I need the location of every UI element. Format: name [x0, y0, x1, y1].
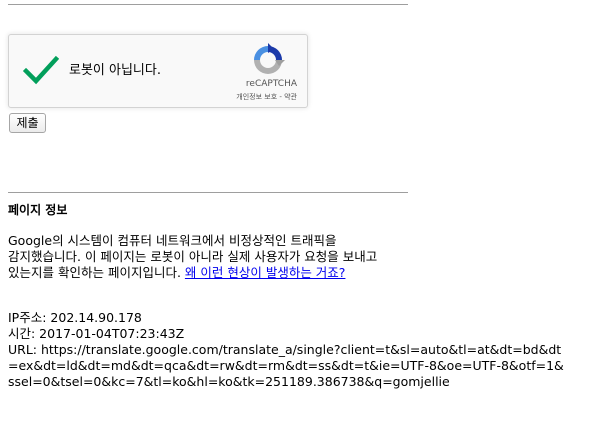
request-details: IP주소: 202.14.90.178 시간: 2017-01-04T07:23…: [8, 310, 568, 390]
recaptcha-brand: reCAPTCHA: [245, 79, 297, 89]
page-info-heading: 페이지 정보: [8, 203, 68, 217]
recaptcha-logo-icon: [251, 43, 285, 77]
why-link[interactable]: 왜 이런 현상이 발생하는 거죠?: [185, 265, 346, 280]
recaptcha-widget: 로봇이 아닙니다. reCAPTCHA 개인정보 보호 - 약관: [8, 34, 308, 108]
recaptcha-privacy-terms[interactable]: 개인정보 보호 - 약관: [236, 93, 297, 102]
request-url: URL: https://translate.google.com/transl…: [8, 342, 564, 389]
top-divider: [8, 4, 408, 5]
timestamp: 시간: 2017-01-04T07:23:43Z: [8, 326, 185, 341]
section-divider: [8, 192, 408, 193]
submit-button[interactable]: 제출: [9, 113, 46, 133]
recaptcha-checkbox-label[interactable]: 로봇이 아닙니다.: [69, 63, 161, 79]
checkmark-icon[interactable]: [22, 55, 60, 85]
info-paragraph: Google의 시스템이 컴퓨터 네트워크에서 비정상적인 트래픽을 감지했습니…: [8, 233, 408, 281]
ip-address: IP주소: 202.14.90.178: [8, 310, 142, 325]
